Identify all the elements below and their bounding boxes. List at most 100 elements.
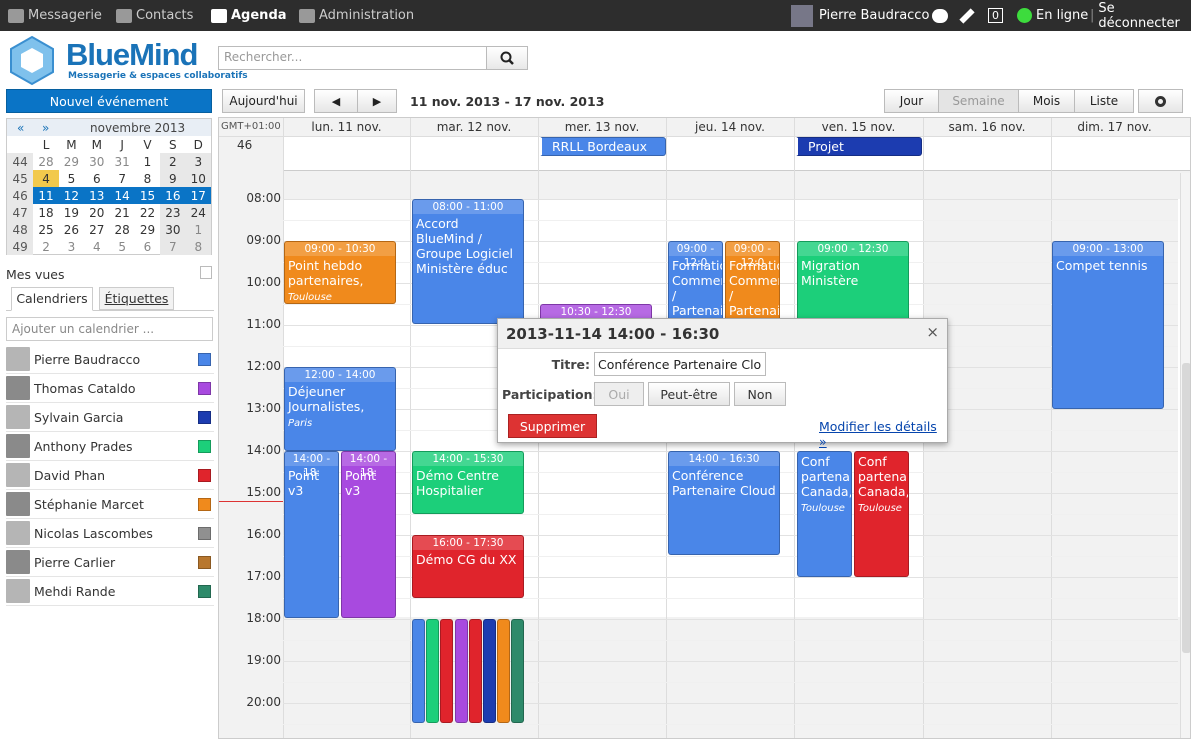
title-field[interactable] [594, 352, 766, 376]
calendar-event[interactable]: 09:00 - 13:00 Compet tennis [1052, 241, 1164, 409]
today-button[interactable]: Aujourd'hui [222, 89, 305, 113]
chat-icon[interactable] [932, 0, 948, 31]
mini-day[interactable]: 13 [84, 187, 110, 204]
calendar-event[interactable]: 09:00 - 10:30 Point hebdo partenaires, To… [284, 241, 396, 304]
calendar-color-swatch[interactable] [198, 526, 211, 540]
calendar-item[interactable]: Pierre Baudracco [6, 345, 214, 374]
tab-calendars[interactable]: Calendriers [11, 287, 93, 311]
calendar-color-swatch[interactable] [198, 497, 211, 511]
new-event-button[interactable]: Nouvel événement [6, 89, 212, 113]
allday-event[interactable]: Projet Université [795, 137, 922, 156]
mini-day[interactable]: 30 [160, 221, 186, 238]
mini-day[interactable]: 9 [160, 170, 186, 187]
mini-day[interactable]: 18 [33, 204, 58, 221]
mini-day[interactable]: 15 [134, 187, 161, 204]
mini-week-number[interactable]: 44 [7, 153, 34, 170]
calendar-item[interactable]: David Phan [6, 461, 214, 490]
mini-day[interactable]: 4 [84, 238, 109, 255]
views-dropdown-icon[interactable] [200, 266, 212, 279]
mini-day[interactable]: 21 [109, 204, 134, 221]
allday-event[interactable]: RRLL Bordeaux [539, 137, 666, 156]
calendar-item[interactable]: Pierre Carlier [6, 548, 214, 577]
small-event[interactable] [454, 619, 468, 723]
mini-day[interactable]: 2 [33, 238, 58, 255]
settings-button[interactable] [1138, 89, 1183, 113]
calendar-item[interactable]: Stéphanie Marcet [6, 490, 214, 519]
calendar-event[interactable]: 14:00 - 18: Point v3 [284, 451, 339, 618]
mini-day[interactable]: 3 [185, 153, 211, 170]
search-input[interactable]: Rechercher... [218, 46, 487, 70]
mini-day[interactable]: 30 [84, 153, 109, 170]
mini-day[interactable]: 1 [185, 221, 211, 238]
participation-yes-button[interactable]: Oui [594, 382, 644, 406]
close-icon[interactable]: × [926, 323, 939, 341]
mini-day[interactable]: 20 [84, 204, 109, 221]
mini-day[interactable]: 3 [59, 238, 84, 255]
next-week-button[interactable]: ▶ [357, 89, 397, 113]
delete-button[interactable]: Supprimer [508, 414, 597, 438]
mini-day[interactable]: 8 [185, 238, 211, 255]
calendar-color-swatch[interactable] [198, 381, 211, 395]
calendar-event[interactable]: Conf partenaire Canada, Toulouse [854, 451, 909, 577]
mini-day[interactable]: 5 [59, 170, 84, 187]
mini-day[interactable]: 6 [135, 238, 160, 255]
calendar-item[interactable]: Anthony Prades [6, 432, 214, 461]
add-calendar-input[interactable]: Ajouter un calendrier ... [6, 317, 213, 341]
calendar-color-swatch[interactable] [198, 555, 211, 569]
mini-day[interactable]: 7 [109, 170, 134, 187]
mini-day[interactable]: 16 [160, 187, 186, 204]
calendar-event[interactable]: Conf partenaire Canada, Toulouse [797, 451, 852, 577]
mini-day[interactable]: 28 [33, 153, 58, 170]
small-event[interactable] [483, 619, 496, 723]
user-menu[interactable]: Pierre Baudracco [791, 0, 929, 31]
mini-day[interactable]: 24 [185, 204, 211, 221]
view-list-button[interactable]: Liste [1074, 89, 1134, 113]
settings-wrench-icon[interactable] [959, 0, 975, 31]
mini-day[interactable]: 26 [59, 221, 84, 238]
calendar-item[interactable]: Sylvain Garcia [6, 403, 214, 432]
calendar-event[interactable]: 14:00 - 16:30 Conférence Partenaire Cloud [668, 451, 780, 555]
mini-day[interactable]: 19 [59, 204, 84, 221]
mini-day[interactable]: 29 [135, 221, 160, 238]
mini-day[interactable]: 6 [84, 170, 109, 187]
calendar-color-swatch[interactable] [198, 439, 211, 453]
mini-day[interactable]: 23 [160, 204, 186, 221]
logout-link[interactable]: | Se déconnecter [1090, 0, 1191, 31]
mini-day[interactable]: 27 [84, 221, 109, 238]
nav-agenda[interactable]: Agenda [211, 0, 287, 31]
mini-prev-month[interactable]: « [17, 121, 24, 135]
calendar-event[interactable]: 12:00 - 14:00 Déjeuner Journalistes, Pari… [284, 367, 396, 451]
mini-week-number[interactable]: 48 [7, 221, 34, 238]
small-event[interactable] [468, 619, 482, 723]
mini-day[interactable]: 8 [135, 170, 160, 187]
calendar-event[interactable]: 14:00 - 15:30 Démo Centre Hospitalier [412, 451, 524, 514]
calendar-event[interactable]: 14:00 - 18: Point v3 [341, 451, 396, 618]
calendar-color-swatch[interactable] [198, 584, 211, 598]
mini-day[interactable]: 31 [109, 153, 134, 170]
participation-maybe-button[interactable]: Peut-être [648, 382, 730, 406]
view-day-button[interactable]: Jour [884, 89, 939, 113]
calendar-color-swatch[interactable] [198, 468, 211, 482]
small-event[interactable] [511, 619, 525, 723]
tab-tags[interactable]: Étiquettes [99, 287, 174, 310]
mini-week-number[interactable]: 47 [7, 204, 34, 221]
mini-week-number[interactable]: 45 [7, 170, 34, 187]
mini-day[interactable]: 28 [109, 221, 134, 238]
search-button[interactable] [486, 46, 528, 70]
mini-day[interactable]: 11 [33, 187, 59, 204]
mini-day[interactable]: 10 [185, 170, 211, 187]
grid-scrollbar[interactable] [1180, 173, 1190, 738]
mini-day[interactable]: 1 [135, 153, 160, 170]
mini-next-month[interactable]: » [42, 121, 49, 135]
mini-day[interactable]: 12 [58, 187, 85, 204]
mini-day[interactable]: 29 [59, 153, 84, 170]
calendar-item[interactable]: Mehdi Rande [6, 577, 214, 606]
mini-day[interactable]: 14 [109, 187, 135, 204]
calendar-color-swatch[interactable] [198, 410, 211, 424]
calendar-event[interactable]: 16:00 - 17:30 Démo CG du XX [412, 535, 524, 598]
calendar-event[interactable]: 08:00 - 11:00 Accord BlueMind / Groupe Lo… [412, 199, 524, 324]
notification-count[interactable]: 0 [988, 0, 1003, 31]
mini-day[interactable]: 5 [109, 238, 134, 255]
small-event[interactable] [426, 619, 440, 723]
small-event[interactable] [440, 619, 454, 723]
